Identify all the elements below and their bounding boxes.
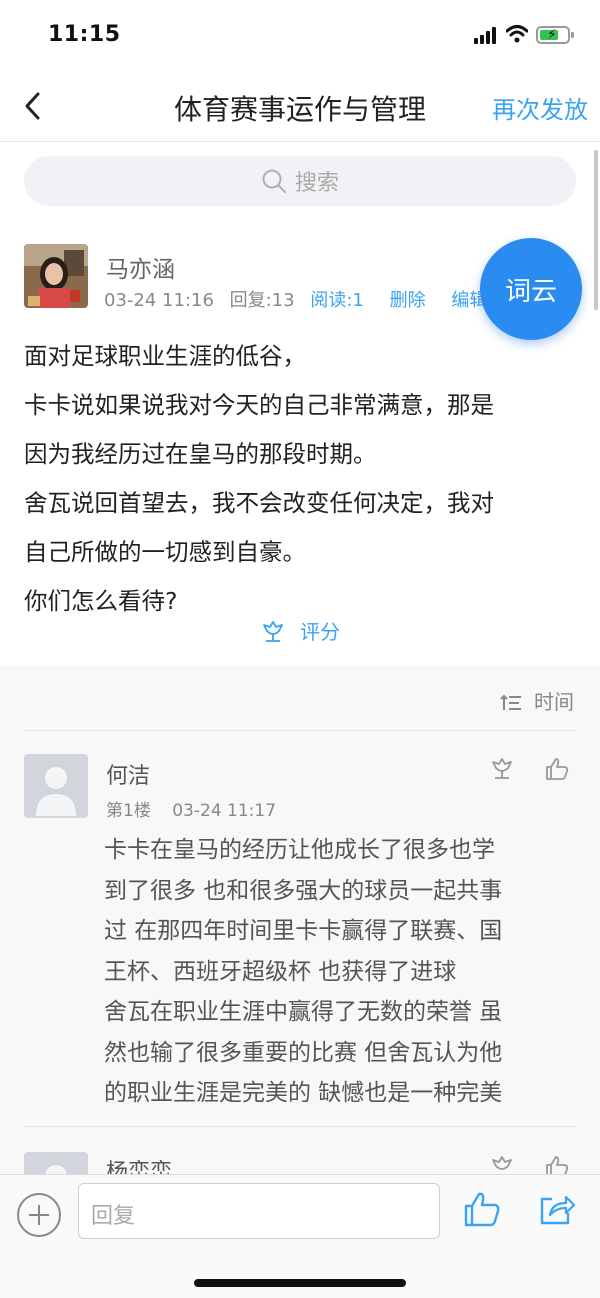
avatar[interactable] — [24, 754, 88, 818]
reply-date: 03-24 11:17 — [172, 801, 277, 821]
signal-icon — [474, 26, 498, 44]
sort-label: 时间 — [534, 690, 574, 714]
status-time: 11:15 — [48, 22, 121, 47]
home-indicator — [194, 1279, 406, 1287]
sort-icon — [499, 694, 521, 710]
thumbs-up-icon[interactable] — [544, 756, 570, 782]
reply-line: 到了很多 也和很多强大的球员一起共事 — [104, 877, 503, 904]
delete-button[interactable]: 删除 — [390, 290, 426, 311]
avatar[interactable] — [24, 244, 88, 308]
post-author[interactable]: 马亦涵 — [106, 250, 175, 284]
plus-circle-icon[interactable] — [17, 1193, 61, 1237]
post-body: 面对足球职业生涯的低谷， 卡卡说如果说我对今天的自己非常满意，那是 因为我经历过… — [24, 332, 584, 626]
reply-input[interactable]: 回复 — [78, 1183, 440, 1239]
reply-actions — [465, 756, 570, 786]
reply-meta: 第1楼 03-24 11:17 — [106, 796, 292, 821]
search-icon — [262, 169, 286, 193]
divider — [24, 730, 576, 731]
nav-bar: 体育赛事运作与管理 再次发放 — [0, 70, 600, 142]
reply-section: 时间 何洁 第1楼 03-24 11:17 卡卡在皇马的经历让他成长了很多也学 … — [0, 666, 600, 1178]
reply-line: 过 在那四年时间里卡卡赢得了联赛、国 — [104, 918, 503, 944]
post-meta: 03-24 11:16 回复:13 阅读:1 删除 编辑 — [104, 286, 507, 312]
post-date: 03-24 11:16 — [104, 290, 214, 311]
scrollbar[interactable] — [594, 150, 598, 310]
rate-button[interactable]: 评分 — [0, 616, 600, 645]
reply-line: 然也输了很多重要的比赛 但舍瓦认为他 — [104, 1039, 503, 1066]
wifi-icon — [506, 25, 528, 43]
post-line: 面对足球职业生涯的低谷， — [24, 342, 306, 370]
reply-line: 卡卡在皇马的经历让他成长了很多也学 — [104, 837, 495, 863]
sort-button[interactable]: 时间 — [499, 686, 574, 715]
flower-icon[interactable] — [489, 756, 515, 782]
reply-line: 舍瓦在职业生涯中赢得了无数的荣誉 虽 — [104, 999, 503, 1025]
reply-author[interactable]: 何洁 — [106, 758, 150, 790]
reply-body: 卡卡在皇马的经历让他成长了很多也学 到了很多 也和很多强大的球员一起共事 过 在… — [104, 830, 580, 1114]
word-cloud-label: 词云 — [504, 276, 557, 307]
divider — [24, 1126, 576, 1127]
reply-line: 的职业生涯是完美的 缺憾也是一种完美 — [104, 1080, 503, 1106]
search-placeholder: 搜索 — [294, 171, 339, 196]
search-area: 搜索 — [0, 142, 600, 226]
post-line: 卡卡说如果说我对今天的自己非常满意，那是 — [24, 391, 494, 419]
reply-count: 回复:13 — [229, 290, 295, 311]
search-input[interactable]: 搜索 — [24, 156, 576, 206]
read-count[interactable]: 阅读:1 — [310, 290, 364, 311]
thumbs-up-icon[interactable] — [462, 1189, 502, 1229]
reply-line: 王杯、西班牙超级杯 也获得了进球 — [104, 958, 457, 985]
flower-icon — [262, 621, 283, 642]
post-line: 自己所做的一切感到自豪。 — [24, 538, 306, 566]
share-icon[interactable] — [536, 1189, 576, 1229]
bottom-bar: 回复 — [0, 1174, 600, 1298]
battery-charging-icon: ⚡ — [536, 26, 574, 44]
post-line: 舍瓦说回首望去，我不会改变任何决定，我对 — [24, 489, 494, 517]
word-cloud-button[interactable]: 词云 — [480, 238, 582, 340]
floor-number: 第1楼 — [106, 801, 151, 821]
chevron-left-icon[interactable] — [18, 88, 54, 124]
rate-label: 评分 — [300, 620, 341, 644]
post-line: 因为我经历过在皇马的那段时期。 — [24, 440, 377, 468]
status-bar: 11:15 ⚡ — [0, 0, 600, 70]
reissue-button[interactable]: 再次发放 — [492, 90, 588, 125]
